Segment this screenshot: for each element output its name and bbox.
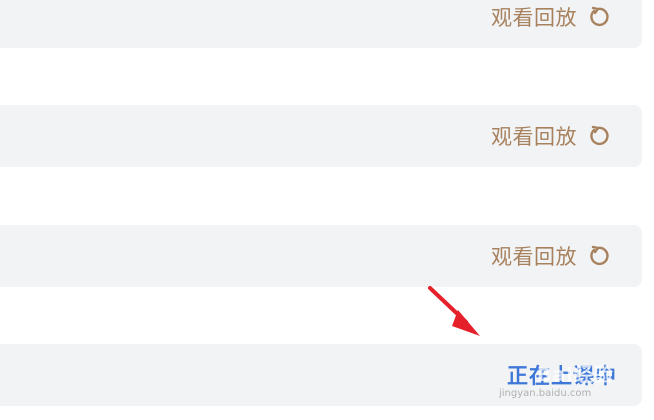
- watch-replay-label: 观看回放: [491, 245, 577, 269]
- watch-replay-button[interactable]: 观看回放: [491, 241, 609, 271]
- watch-replay-button[interactable]: 观看回放: [491, 2, 609, 32]
- in-class-now-button[interactable]: 正在上课中: [507, 360, 617, 390]
- session-row-live: 正在上课中: [0, 344, 642, 406]
- course-session-list: 观看回放 观看回放 观看回放 正在上课中 Bai经验 jingyan.baidu…: [0, 0, 654, 420]
- red-arrow-icon: [428, 286, 480, 336]
- session-row: 观看回放: [0, 105, 642, 167]
- watch-replay-label: 观看回放: [491, 125, 577, 149]
- replay-icon: [590, 125, 609, 146]
- watch-replay-button[interactable]: 观看回放: [491, 121, 609, 151]
- watch-replay-label: 观看回放: [491, 6, 577, 30]
- replay-icon: [590, 6, 609, 27]
- session-row: 观看回放: [0, 0, 642, 48]
- replay-icon: [590, 245, 609, 266]
- session-row: 观看回放: [0, 225, 642, 287]
